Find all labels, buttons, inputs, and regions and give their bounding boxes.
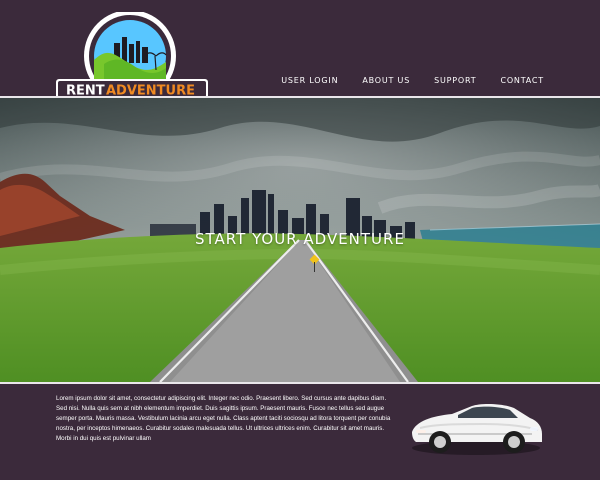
nav-about-us[interactable]: ABOUT US: [362, 76, 410, 85]
nav-contact[interactable]: CONTACT: [500, 76, 544, 85]
nav-user-login[interactable]: USER LOGIN: [281, 76, 338, 85]
car-image: [412, 403, 542, 455]
logo[interactable]: RENT ADVENTURE: [56, 12, 208, 104]
content-body: Lorem ipsum dolor sit amet, consectetur …: [56, 395, 391, 442]
content-section: Lorem ipsum dolor sit amet, consectetur …: [0, 384, 600, 480]
hero-banner: START YOUR ADVENTURE: [0, 98, 600, 382]
nav-support[interactable]: SUPPORT: [434, 76, 476, 85]
hero-title: START YOUR ADVENTURE: [195, 230, 405, 248]
site-header: RENT ADVENTURE USER LOGIN ABOUT US SUPPO…: [0, 0, 600, 102]
top-nav: USER LOGIN ABOUT US SUPPORT CONTACT: [281, 76, 544, 85]
